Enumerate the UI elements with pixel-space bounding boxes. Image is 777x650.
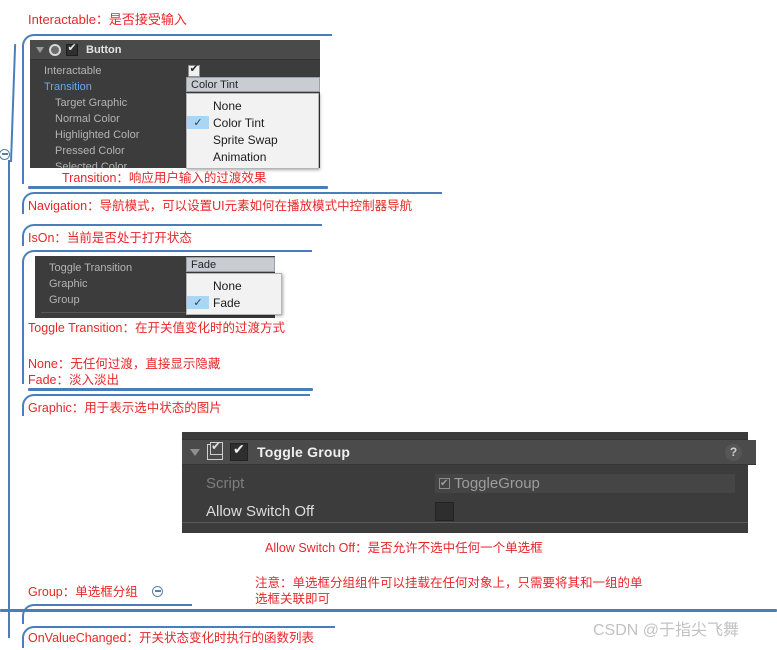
script-value: ToggleGroup: [454, 475, 540, 492]
annotation-interactable: Interactable：是否接受输入: [28, 12, 187, 27]
toggle-transition-combo-value[interactable]: Fade: [186, 257, 275, 272]
property-label: Pressed Color: [55, 145, 125, 157]
property-label: Normal Color: [55, 113, 120, 125]
component-title: Toggle Group: [257, 444, 351, 460]
underline-fade: [28, 388, 313, 391]
annotation-group: Group：单选框分组: [28, 585, 138, 599]
left-spine-line: [8, 160, 10, 638]
property-label: Transition: [44, 81, 92, 93]
script-asset-icon: [439, 474, 450, 493]
interactable-checkbox[interactable]: [188, 62, 200, 77]
property-label: Target Graphic: [55, 97, 128, 109]
property-label: Highlighted Color: [55, 129, 140, 141]
annotation-fade-desc: Fade：淡入淡出: [28, 373, 119, 387]
transition-combo-value[interactable]: Color Tint: [186, 77, 320, 92]
annotation-note-line2: 选框关联即可: [255, 592, 331, 606]
option-label: Animation: [213, 149, 267, 164]
option-label: None: [213, 278, 242, 293]
toggle-group-footer: [182, 522, 748, 533]
toggle-group-component-icon: [207, 439, 223, 460]
foldout-arrow-icon[interactable]: [36, 46, 44, 53]
collapse-icon-group[interactable]: [152, 586, 163, 597]
annotation-graphic: Graphic：用于表示选中状态的图片: [28, 401, 222, 415]
collapse-icon-left[interactable]: [0, 149, 10, 160]
option-label: Sprite Swap: [213, 132, 278, 147]
property-label: Selected Color: [55, 161, 128, 168]
annotation-navigation: Navigation：导航模式，可以设置UI元素如何在播放模式中控制器导航: [28, 199, 413, 213]
button-component-icon: [49, 43, 61, 56]
property-label: Graphic: [49, 278, 88, 290]
left-spine-line-upper: [10, 44, 17, 163]
underline-note: [0, 609, 777, 612]
toggle-group-panel: Toggle Group ? Script ToggleGroup Allow …: [182, 432, 756, 533]
toggle-transition-dropdown-list[interactable]: None ✓ Fade: [186, 273, 282, 315]
property-row-script: Script ToggleGroup: [182, 470, 772, 497]
script-object-field[interactable]: ToggleGroup: [435, 474, 735, 493]
option-label: Fade: [213, 295, 241, 310]
annotation-ison: IsOn：当前是否处于打开状态: [28, 231, 192, 245]
annotation-onvaluechanged: OnValueChanged：开关状态变化时执行的函数列表: [28, 631, 314, 645]
property-label: Script: [206, 475, 245, 492]
watermark: CSDN @于指尖飞舞: [593, 622, 740, 639]
option-label: Color Tint: [213, 115, 265, 130]
annotation-transition: Transition：响应用户输入的过渡效果: [62, 171, 267, 185]
component-enabled-checkbox[interactable]: [230, 441, 248, 461]
component-title: Button: [86, 43, 122, 56]
dropdown-option-none[interactable]: None: [187, 277, 281, 294]
button-inspector-header[interactable]: Button: [30, 40, 320, 60]
dropdown-option-sprite-swap[interactable]: Sprite Swap: [187, 131, 318, 148]
help-icon[interactable]: ?: [725, 443, 742, 461]
toggle-group-header[interactable]: Toggle Group ?: [182, 439, 756, 465]
property-label: Group: [49, 294, 80, 306]
dropdown-option-animation[interactable]: Animation: [187, 148, 318, 165]
property-label: Allow Switch Off: [206, 503, 315, 520]
toggle-group-top-strip: [182, 432, 748, 440]
annotation-note-line1: 注意：单选框分组组件可以挂载在任何对象上，只需要将其和一组的单: [255, 576, 643, 590]
component-enabled-checkbox[interactable]: [66, 41, 78, 56]
option-check-icon: ✓: [187, 116, 209, 129]
allow-switch-off-checkbox[interactable]: [435, 502, 454, 521]
property-label: Interactable: [44, 65, 102, 77]
dropdown-option-none[interactable]: None: [187, 97, 318, 114]
property-label: Toggle Transition: [49, 262, 133, 274]
annotation-none-desc: None：无任何过渡，直接显示隐藏: [28, 357, 221, 371]
option-check-icon: ✓: [187, 296, 209, 309]
foldout-arrow-icon[interactable]: [190, 448, 200, 456]
annotation-allow-switch-off: Allow Switch Off：是否允许不选中任何一个单选框: [265, 541, 543, 555]
transition-dropdown-list[interactable]: None ✓ Color Tint Sprite Swap Animation: [186, 93, 319, 169]
dropdown-option-color-tint[interactable]: ✓ Color Tint: [187, 114, 318, 131]
annotation-toggle-transition: Toggle Transition：在开关值变化时的过渡方式: [28, 321, 286, 335]
bracket-group: [22, 604, 192, 624]
dropdown-option-fade[interactable]: ✓ Fade: [187, 294, 281, 311]
property-row-allow-switch-off: Allow Switch Off: [182, 498, 772, 525]
underline-transition: [28, 186, 328, 189]
option-label: None: [213, 98, 242, 113]
